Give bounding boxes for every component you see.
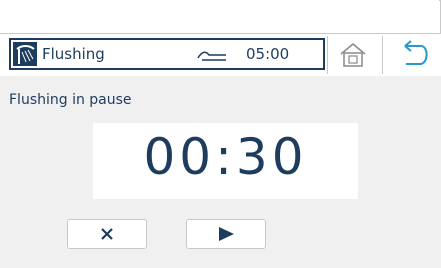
top-blank-bar xyxy=(0,0,439,34)
timer-value: 00:30 xyxy=(143,128,308,186)
mode-label: Flushing xyxy=(42,45,105,63)
header-divider xyxy=(382,36,383,74)
program-status-box[interactable]: Flushing 05:00 xyxy=(9,38,325,70)
flushing-panel: Flushing in pause 00:30 xyxy=(0,76,441,268)
home-button[interactable] xyxy=(333,38,373,72)
header-divider xyxy=(327,36,328,74)
header-bar: Flushing 05:00 xyxy=(0,33,441,77)
play-button[interactable] xyxy=(186,219,266,249)
duration-value: 05:00 xyxy=(246,45,290,63)
home-icon xyxy=(340,43,366,67)
status-text: Flushing in pause xyxy=(9,92,132,108)
back-arrow-icon xyxy=(404,40,428,65)
shower-flushing-icon xyxy=(13,42,37,66)
play-icon xyxy=(219,227,234,241)
water-flow-icon xyxy=(197,48,227,62)
cancel-button[interactable] xyxy=(67,219,147,249)
timer-display: 00:30 xyxy=(93,123,358,199)
back-button[interactable] xyxy=(391,38,435,72)
close-icon xyxy=(101,228,113,240)
